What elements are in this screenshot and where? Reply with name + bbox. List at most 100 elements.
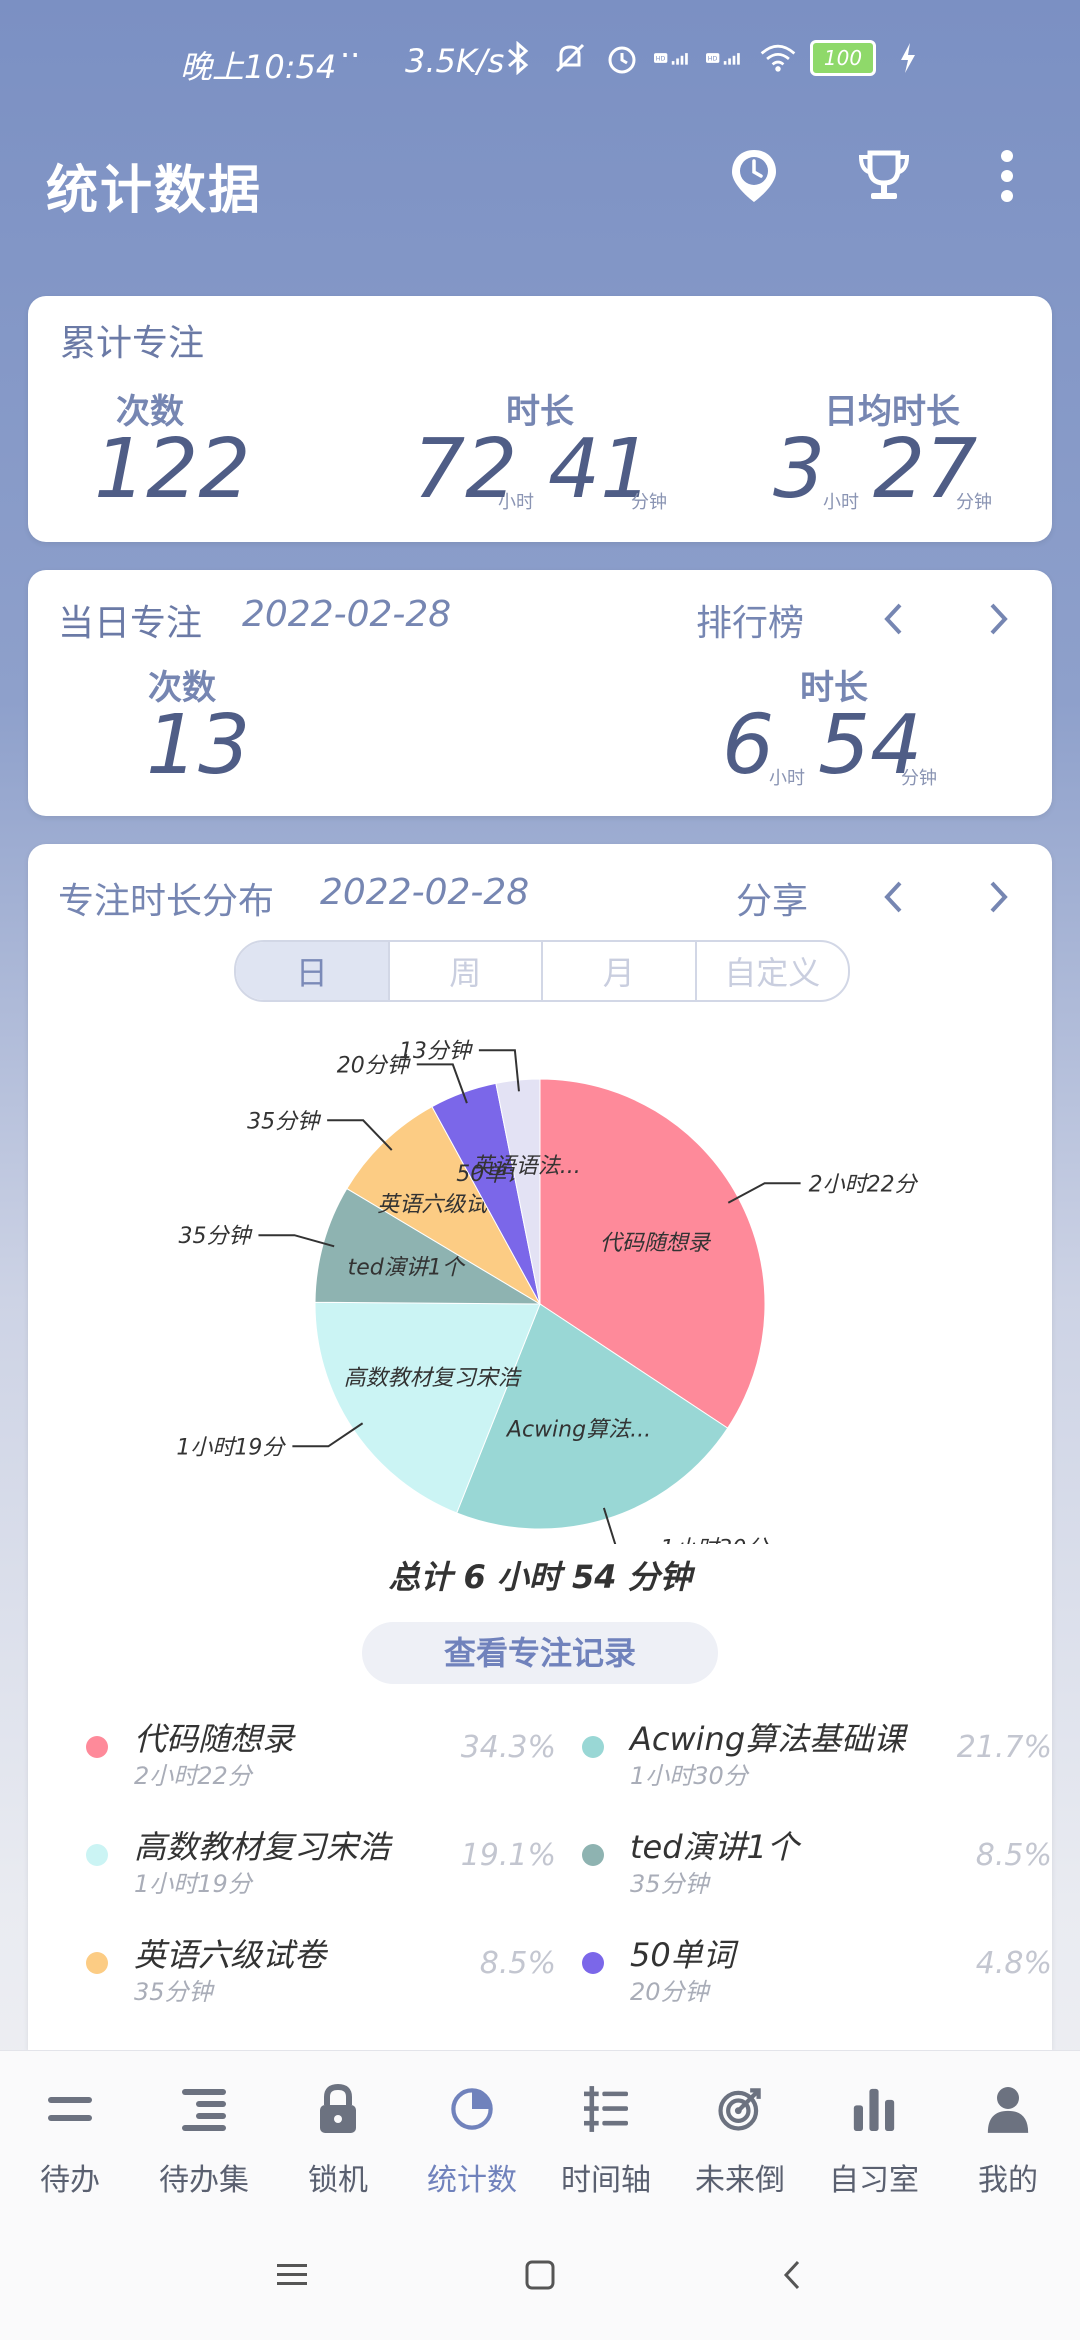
daily-count: 13 — [146, 698, 251, 793]
legend-item[interactable]: 高数教材复习宋浩 1小时19分 19.1% — [86, 1822, 556, 1902]
prev-date-button[interactable] — [870, 874, 916, 920]
segment-day[interactable]: 日 — [236, 942, 390, 1000]
tab-label: 未来倒 — [695, 2163, 785, 2198]
legend-duration: 1小时19分 — [134, 1870, 252, 1898]
bottom-navigation: 待办 待办集 锁机 统计数 时间轴 未来倒 自习室 我的 — [0, 2050, 1080, 2211]
legend-name: ted演讲1个 — [630, 1828, 799, 1866]
history-button[interactable] — [722, 144, 786, 208]
tab-todo[interactable]: 待办 — [3, 2051, 137, 2211]
person-icon — [986, 2079, 1030, 2139]
tab-statistics[interactable]: 统计数 — [405, 2051, 539, 2211]
chevron-left-icon — [884, 881, 902, 913]
legend-name: 代码随想录 — [134, 1720, 295, 1758]
daily-hours-unit: 小时 — [769, 768, 805, 789]
chevron-right-icon — [990, 881, 1008, 913]
tab-label: 待办集 — [159, 2163, 249, 2198]
legend-percent: 21.7% — [956, 1730, 1052, 1765]
tab-label: 统计数 — [427, 2163, 517, 2198]
segment-month[interactable]: 月 — [543, 942, 697, 1000]
chevron-left-icon — [884, 603, 902, 635]
next-date-button[interactable] — [976, 874, 1022, 920]
legend-color-dot — [582, 1844, 604, 1866]
daily-hours-unit: 小时 — [823, 492, 859, 513]
tab-profile[interactable]: 我的 — [941, 2051, 1075, 2211]
recents-button[interactable] — [262, 2250, 322, 2300]
todo-icon — [48, 2079, 92, 2139]
total-duration: 总计 6 小时 54 分钟 — [388, 1558, 692, 1596]
app-bar: 统计数据 — [0, 120, 1080, 230]
tab-study-room[interactable]: 自习室 — [807, 2051, 941, 2211]
svg-text:HD: HD — [708, 56, 718, 63]
legend-name: 高数教材复习宋浩 — [134, 1828, 391, 1866]
tab-todo-set[interactable]: 待办集 — [137, 2051, 271, 2211]
daily-hours: 6 — [722, 698, 775, 793]
share-link[interactable]: 分享 — [736, 872, 808, 924]
legend-name: Acwing算法基础课 — [630, 1720, 906, 1758]
slice-label: Acwing算法... — [505, 1418, 651, 1443]
slice-label: 英语语法... — [472, 1154, 581, 1179]
statistics-icon — [450, 2079, 494, 2139]
prev-day-button[interactable] — [870, 596, 916, 642]
trophy-icon — [858, 150, 910, 199]
more-vertical-icon — [1001, 150, 1013, 202]
slice-value-label: 35分钟 — [247, 1109, 322, 1134]
legend-item[interactable]: 英语六级试卷 35分钟 8.5% — [86, 1930, 556, 2010]
tab-timeline[interactable]: 时间轴 — [539, 2051, 673, 2211]
distribution-card: 专注时长分布 2022-02-28 分享 日 周 月 自定义 代码随想录 2小时2… — [28, 844, 1052, 2050]
legend-item[interactable]: 50单词 20分钟 4.8% — [582, 1930, 1052, 2010]
tab-label: 待办 — [40, 2163, 100, 2198]
charging-icon — [888, 38, 928, 78]
legend-percent: 8.5% — [975, 1838, 1052, 1873]
period-segmented-control: 日 周 月 自定义 — [234, 940, 850, 1002]
tab-lock[interactable]: 锁机 — [271, 2051, 405, 2211]
ranking-link[interactable]: 排行榜 — [696, 594, 804, 646]
battery-icon: 100 — [810, 40, 876, 76]
legend-duration: 35分钟 — [630, 1870, 709, 1898]
segment-custom[interactable]: 自定义 — [697, 942, 849, 1000]
network-speed: 3.5K/s — [405, 42, 505, 80]
distribution-date: 2022-02-28 — [320, 872, 530, 913]
legend-duration: 20分钟 — [630, 1978, 709, 2006]
achievements-button[interactable] — [852, 144, 916, 208]
tab-label: 锁机 — [308, 2163, 368, 2198]
svg-text:HD: HD — [656, 56, 666, 63]
page-title: 统计数据 — [46, 161, 263, 221]
slice-label: 代码随想录 — [600, 1231, 712, 1256]
home-button[interactable] — [510, 2250, 570, 2300]
legend-item[interactable]: 代码随想录 2小时22分 34.3% — [86, 1714, 556, 1794]
slice-value-label: 13分钟 — [399, 1039, 474, 1064]
next-day-button[interactable] — [976, 596, 1022, 642]
daily-minutes-unit: 分钟 — [901, 768, 937, 789]
pie-chart: 代码随想录 2小时22分 Acwing算法... 1小时30分 高数教材复习宋浩 1小时1… — [176, 1039, 919, 1544]
slice-value-label: 2小时22分 — [809, 1172, 919, 1197]
legend-percent: 34.3% — [460, 1730, 556, 1765]
daily-focus-card: 当日专注 2022-02-28 排行榜 次数 13 时长 6 小时 54 分钟 — [28, 570, 1052, 816]
legend-color-dot — [86, 1844, 108, 1866]
lock-icon — [316, 2079, 360, 2139]
hours-unit: 小时 — [498, 492, 534, 513]
bar-chart-icon — [852, 2079, 896, 2139]
home-square-icon — [525, 2260, 555, 2290]
tab-countdown[interactable]: 未来倒 — [673, 2051, 807, 2211]
minutes-unit: 分钟 — [631, 492, 667, 513]
legend-color-dot — [86, 1952, 108, 1974]
slice-label: 高数教材复习宋浩 — [344, 1366, 523, 1391]
slice-value-label: 1小时30分 — [660, 1536, 770, 1544]
view-records-button[interactable]: 查看专注记录 — [362, 1622, 718, 1684]
legend-color-dot — [86, 1736, 108, 1758]
slice-value-label: 35分钟 — [178, 1224, 253, 1249]
legend-item[interactable]: ted演讲1个 35分钟 8.5% — [582, 1822, 1052, 1902]
legend-color-dot — [582, 1736, 604, 1758]
legend-item[interactable]: Acwing算法基础课 1小时30分 21.7% — [582, 1714, 1052, 1794]
legend-name: 英语六级试卷 — [134, 1936, 327, 1974]
segment-week[interactable]: 周 — [390, 942, 543, 1000]
back-button[interactable] — [762, 2250, 822, 2300]
daily-average-hours: 3 — [773, 422, 826, 517]
legend-percent: 8.5% — [479, 1946, 556, 1981]
more-menu-button[interactable] — [975, 144, 1039, 208]
legend-duration: 1小时30分 — [630, 1762, 748, 1790]
distribution-title: 专注时长分布 — [58, 881, 275, 922]
system-navigation-bar — [0, 2210, 1080, 2340]
tab-label: 时间轴 — [561, 2163, 651, 2198]
timeline-icon — [584, 2079, 628, 2139]
